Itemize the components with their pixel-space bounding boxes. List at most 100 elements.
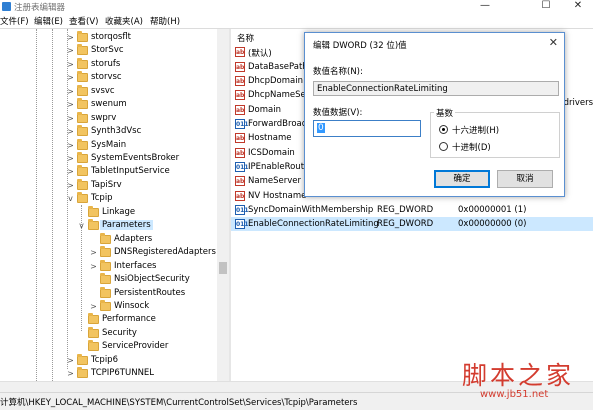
expand-arrow-icon[interactable]: >	[89, 262, 98, 272]
folder-icon	[88, 327, 99, 338]
expand-arrow-icon[interactable]: >	[66, 46, 75, 56]
folder-icon	[77, 44, 88, 55]
menu-bar: 文件(F) 编辑(E) 查看(V) 收藏夹(A) 帮助(H)	[0, 14, 593, 28]
folder-icon	[77, 31, 88, 42]
menu-view[interactable]: 查看(V)	[69, 15, 98, 27]
close-button[interactable]: ✕	[563, 0, 593, 13]
title-bar: 注册表编辑器 — ☐ ✕	[0, 0, 593, 13]
string-value-icon: ab	[235, 62, 245, 72]
ok-button[interactable]: 确定	[434, 170, 490, 188]
expand-arrow-icon[interactable]: >	[66, 73, 75, 83]
folder-icon	[88, 313, 99, 324]
folder-icon	[77, 165, 88, 176]
expand-arrow-icon	[77, 208, 86, 218]
folder-icon	[77, 125, 88, 136]
expand-arrow-icon[interactable]: >	[66, 141, 75, 151]
watermark-logo-text: 脚本之家	[462, 361, 575, 390]
value-row[interactable]: 011 SyncDomainWithMembership REG_DWORD 0x00…	[231, 203, 593, 217]
folder-icon	[100, 246, 111, 257]
expand-arrow-icon[interactable]: >	[66, 100, 75, 110]
dialog-title: 编辑 DWORD (32 位)值	[313, 41, 407, 51]
dialog-close-button[interactable]: ✕	[549, 36, 558, 49]
folder-icon	[77, 71, 88, 82]
value-data-label: 数值数据(V):	[313, 108, 363, 118]
folder-icon	[77, 139, 88, 150]
expand-arrow-icon[interactable]: >	[66, 181, 75, 191]
string-value-icon: ab	[235, 47, 245, 57]
folder-icon	[100, 260, 111, 271]
string-value-icon: ab	[235, 148, 245, 158]
expand-arrow-icon	[77, 315, 86, 325]
expand-arrow-icon[interactable]: >	[66, 114, 75, 124]
folder-icon	[77, 112, 88, 123]
expand-arrow-icon[interactable]: >	[66, 60, 75, 70]
expand-arrow-icon[interactable]: >	[66, 127, 75, 137]
decimal-radio[interactable]	[439, 142, 448, 151]
string-value-icon: ab	[235, 133, 245, 143]
expand-arrow-icon[interactable]: >	[66, 167, 75, 177]
decimal-radio-label[interactable]: 十进制(D)	[452, 141, 491, 153]
folder-icon	[77, 367, 88, 378]
folder-icon	[88, 206, 99, 217]
tree-vertical-scrollbar[interactable]	[217, 29, 229, 381]
site-watermark: 脚本之家 www.jb51.net	[456, 356, 593, 406]
minimize-button[interactable]: —	[470, 0, 500, 13]
expand-arrow-icon[interactable]: >	[66, 369, 75, 379]
maximize-button[interactable]: ☐	[531, 0, 561, 13]
menu-help[interactable]: 帮助(H)	[150, 15, 180, 27]
expand-arrow-icon	[77, 329, 86, 339]
menu-edit[interactable]: 编辑(E)	[34, 15, 63, 27]
folder-icon	[77, 58, 88, 69]
string-value-icon: ab	[235, 90, 245, 100]
dword-value-icon: 011	[235, 219, 249, 229]
expand-arrow-icon[interactable]: >	[89, 248, 98, 258]
key-tree-pane[interactable]: > storqosflt > StorSvc > storufs > storvsc >…	[0, 29, 229, 381]
edit-dword-dialog: 编辑 DWORD (32 位)值 ✕ 数值名称(N): EnableConnec…	[304, 32, 565, 197]
expand-arrow-icon	[89, 235, 98, 245]
tree-guide-line	[52, 29, 53, 381]
expand-arrow-icon[interactable]: >	[66, 33, 75, 43]
folder-open-icon	[88, 219, 99, 230]
value-name-text: EnableConnectionRateLimiting	[317, 84, 448, 94]
registry-app-icon	[2, 2, 11, 11]
radix-label: 基数	[434, 107, 456, 119]
folder-icon	[77, 354, 88, 365]
folder-icon	[100, 300, 111, 311]
string-value-icon: ab	[235, 176, 245, 186]
menu-file[interactable]: 文件(F)	[0, 15, 29, 27]
tree-scroll-thumb[interactable]	[219, 262, 227, 274]
expand-arrow-icon[interactable]: >	[66, 154, 75, 164]
string-value-icon: ab	[235, 76, 245, 86]
folder-icon	[77, 98, 88, 109]
folder-icon	[88, 340, 99, 351]
folder-icon	[100, 273, 111, 284]
expand-arrow-icon	[77, 342, 86, 352]
folder-icon	[77, 192, 88, 203]
value-name-field: EnableConnectionRateLimiting	[313, 81, 559, 96]
expand-arrow-icon[interactable]: >	[66, 87, 75, 97]
expand-arrow-icon	[89, 289, 98, 299]
folder-icon	[77, 152, 88, 163]
cancel-button[interactable]: 取消	[497, 170, 553, 188]
value-row-selected[interactable]: 011 EnableConnectionRateLimiting REG_DWORD…	[231, 217, 593, 231]
expand-arrow-icon	[89, 275, 98, 285]
expand-arrow-icon[interactable]: >	[89, 302, 98, 312]
expand-arrow-icon[interactable]: >	[66, 356, 75, 366]
dword-value-icon: 011	[235, 205, 249, 215]
hex-radio[interactable]	[439, 125, 448, 134]
dword-value-icon: 011	[235, 162, 249, 172]
tree-guide-line	[36, 29, 37, 381]
collapse-arrow-icon[interactable]: v	[66, 194, 75, 204]
column-header-name[interactable]: 名称	[237, 32, 254, 44]
dword-value-icon: 011	[235, 119, 249, 129]
collapse-arrow-icon[interactable]: v	[77, 221, 86, 231]
value-data-input[interactable]: 0	[313, 120, 421, 137]
current-key-path: 计算机\HKEY_LOCAL_MACHINE\SYSTEM\CurrentCon…	[0, 398, 358, 408]
hex-radio-label[interactable]: 十六进制(H)	[452, 124, 499, 136]
folder-icon	[77, 85, 88, 96]
folder-icon	[100, 233, 111, 244]
value-data-text: 0	[317, 123, 325, 133]
menu-favorites[interactable]: 收藏夹(A)	[105, 15, 143, 27]
value-name-label: 数值名称(N):	[313, 67, 363, 77]
folder-icon	[100, 287, 111, 298]
